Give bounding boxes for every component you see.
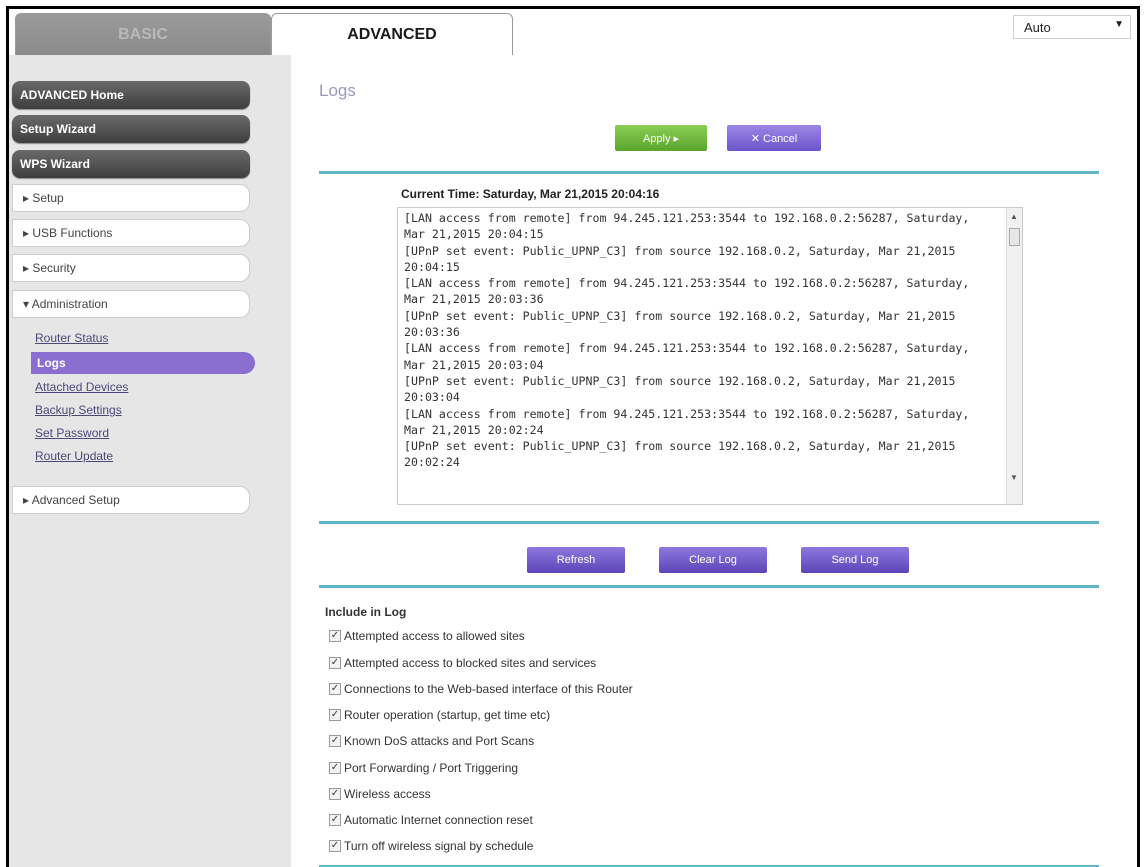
language-select[interactable]: Auto ▼: [1013, 15, 1131, 39]
chevron-down-icon: ▼: [1114, 19, 1124, 30]
scroll-thumb[interactable]: [1009, 228, 1020, 246]
sidebar-item-administration[interactable]: ▾ Administration: [12, 290, 250, 318]
main-content: Logs Apply ▸ ✕ Cancel Current Time: Satu…: [291, 55, 1137, 867]
sub-link-router-update[interactable]: Router Update: [35, 449, 113, 463]
include-item-label: Automatic Internet connection reset: [344, 813, 533, 827]
current-time: Current Time: Saturday, Mar 21,2015 20:0…: [401, 187, 660, 201]
setup-wizard-button[interactable]: Setup Wizard: [12, 115, 250, 143]
include-item[interactable]: ✓ Wireless access: [329, 787, 431, 801]
browser-frame: BASIC ADVANCED Auto ▼ ADVANCED Home Setu…: [6, 6, 1140, 867]
include-item[interactable]: ✓ Router operation (startup, get time et…: [329, 708, 550, 722]
page-title: Logs: [319, 81, 356, 100]
checkbox[interactable]: ✓: [329, 762, 341, 774]
divider: [319, 585, 1099, 588]
top-bar: BASIC ADVANCED Auto ▼: [9, 9, 1137, 55]
tab-advanced[interactable]: ADVANCED: [271, 13, 513, 55]
include-item[interactable]: ✓ Port Forwarding / Port Triggering: [329, 761, 518, 775]
checkbox[interactable]: ✓: [329, 814, 341, 826]
tab-basic[interactable]: BASIC: [15, 13, 271, 55]
include-item-label: Connections to the Web-based interface o…: [344, 682, 633, 696]
sidebar-item-usb-functions[interactable]: ▸ USB Functions: [12, 219, 250, 247]
log-textarea[interactable]: [LAN access from remote] from 94.245.121…: [397, 207, 1023, 505]
include-item[interactable]: ✓ Attempted access to blocked sites and …: [329, 656, 596, 670]
sidebar-item-setup[interactable]: ▸ Setup: [12, 184, 250, 212]
include-item-label: Known DoS attacks and Port Scans: [344, 734, 535, 748]
sub-link-logs[interactable]: Logs: [31, 352, 255, 374]
checkbox[interactable]: ✓: [329, 709, 341, 721]
scroll-up-icon[interactable]: ▲: [1010, 212, 1018, 221]
include-item-label: Wireless access: [344, 787, 431, 801]
sidebar-item-security[interactable]: ▸ Security: [12, 254, 250, 282]
log-scrollbar[interactable]: ▲ ▼: [1006, 208, 1022, 504]
include-item[interactable]: ✓ Connections to the Web-based interface…: [329, 682, 633, 696]
checkbox[interactable]: ✓: [329, 683, 341, 695]
include-item-label: Attempted access to blocked sites and se…: [344, 656, 597, 670]
include-item-label: Turn off wireless signal by schedule: [344, 839, 534, 853]
sub-link-router-status[interactable]: Router Status: [35, 331, 108, 345]
log-text: [LAN access from remote] from 94.245.121…: [404, 211, 970, 470]
wps-wizard-button[interactable]: WPS Wizard: [12, 150, 250, 178]
apply-button[interactable]: Apply ▸: [615, 125, 707, 151]
cancel-button[interactable]: ✕ Cancel: [727, 125, 821, 151]
checkbox[interactable]: ✓: [329, 788, 341, 800]
include-item-label: Port Forwarding / Port Triggering: [344, 761, 519, 775]
checkbox[interactable]: ✓: [329, 840, 341, 852]
clear-log-button[interactable]: Clear Log: [659, 547, 767, 573]
sub-link-attached-devices[interactable]: Attached Devices: [35, 380, 128, 394]
include-item-label: Attempted access to allowed sites: [344, 629, 525, 643]
language-value: Auto: [1024, 19, 1051, 35]
divider: [319, 521, 1099, 524]
checkbox[interactable]: ✓: [329, 630, 341, 642]
include-item-label: Router operation (startup, get time etc): [344, 708, 551, 722]
sidebar-item-advanced-setup[interactable]: ▸ Advanced Setup: [12, 486, 250, 514]
checkbox[interactable]: ✓: [329, 657, 341, 669]
sidebar: ADVANCED Home Setup Wizard WPS Wizard ▸ …: [9, 55, 291, 867]
include-item[interactable]: ✓ Known DoS attacks and Port Scans: [329, 734, 534, 748]
include-in-log-title: Include in Log: [325, 605, 407, 619]
include-item[interactable]: ✓ Turn off wireless signal by schedule: [329, 839, 533, 853]
sub-link-backup-settings[interactable]: Backup Settings: [35, 403, 122, 417]
send-log-button[interactable]: Send Log: [801, 547, 909, 573]
divider: [319, 171, 1099, 174]
scroll-down-icon[interactable]: ▼: [1010, 473, 1018, 482]
include-item[interactable]: ✓ Automatic Internet connection reset: [329, 813, 533, 827]
advanced-home-button[interactable]: ADVANCED Home: [12, 81, 250, 109]
refresh-button[interactable]: Refresh: [527, 547, 625, 573]
checkbox[interactable]: ✓: [329, 735, 341, 747]
sub-link-set-password[interactable]: Set Password: [35, 426, 109, 440]
include-item[interactable]: ✓ Attempted access to allowed sites: [329, 629, 525, 643]
